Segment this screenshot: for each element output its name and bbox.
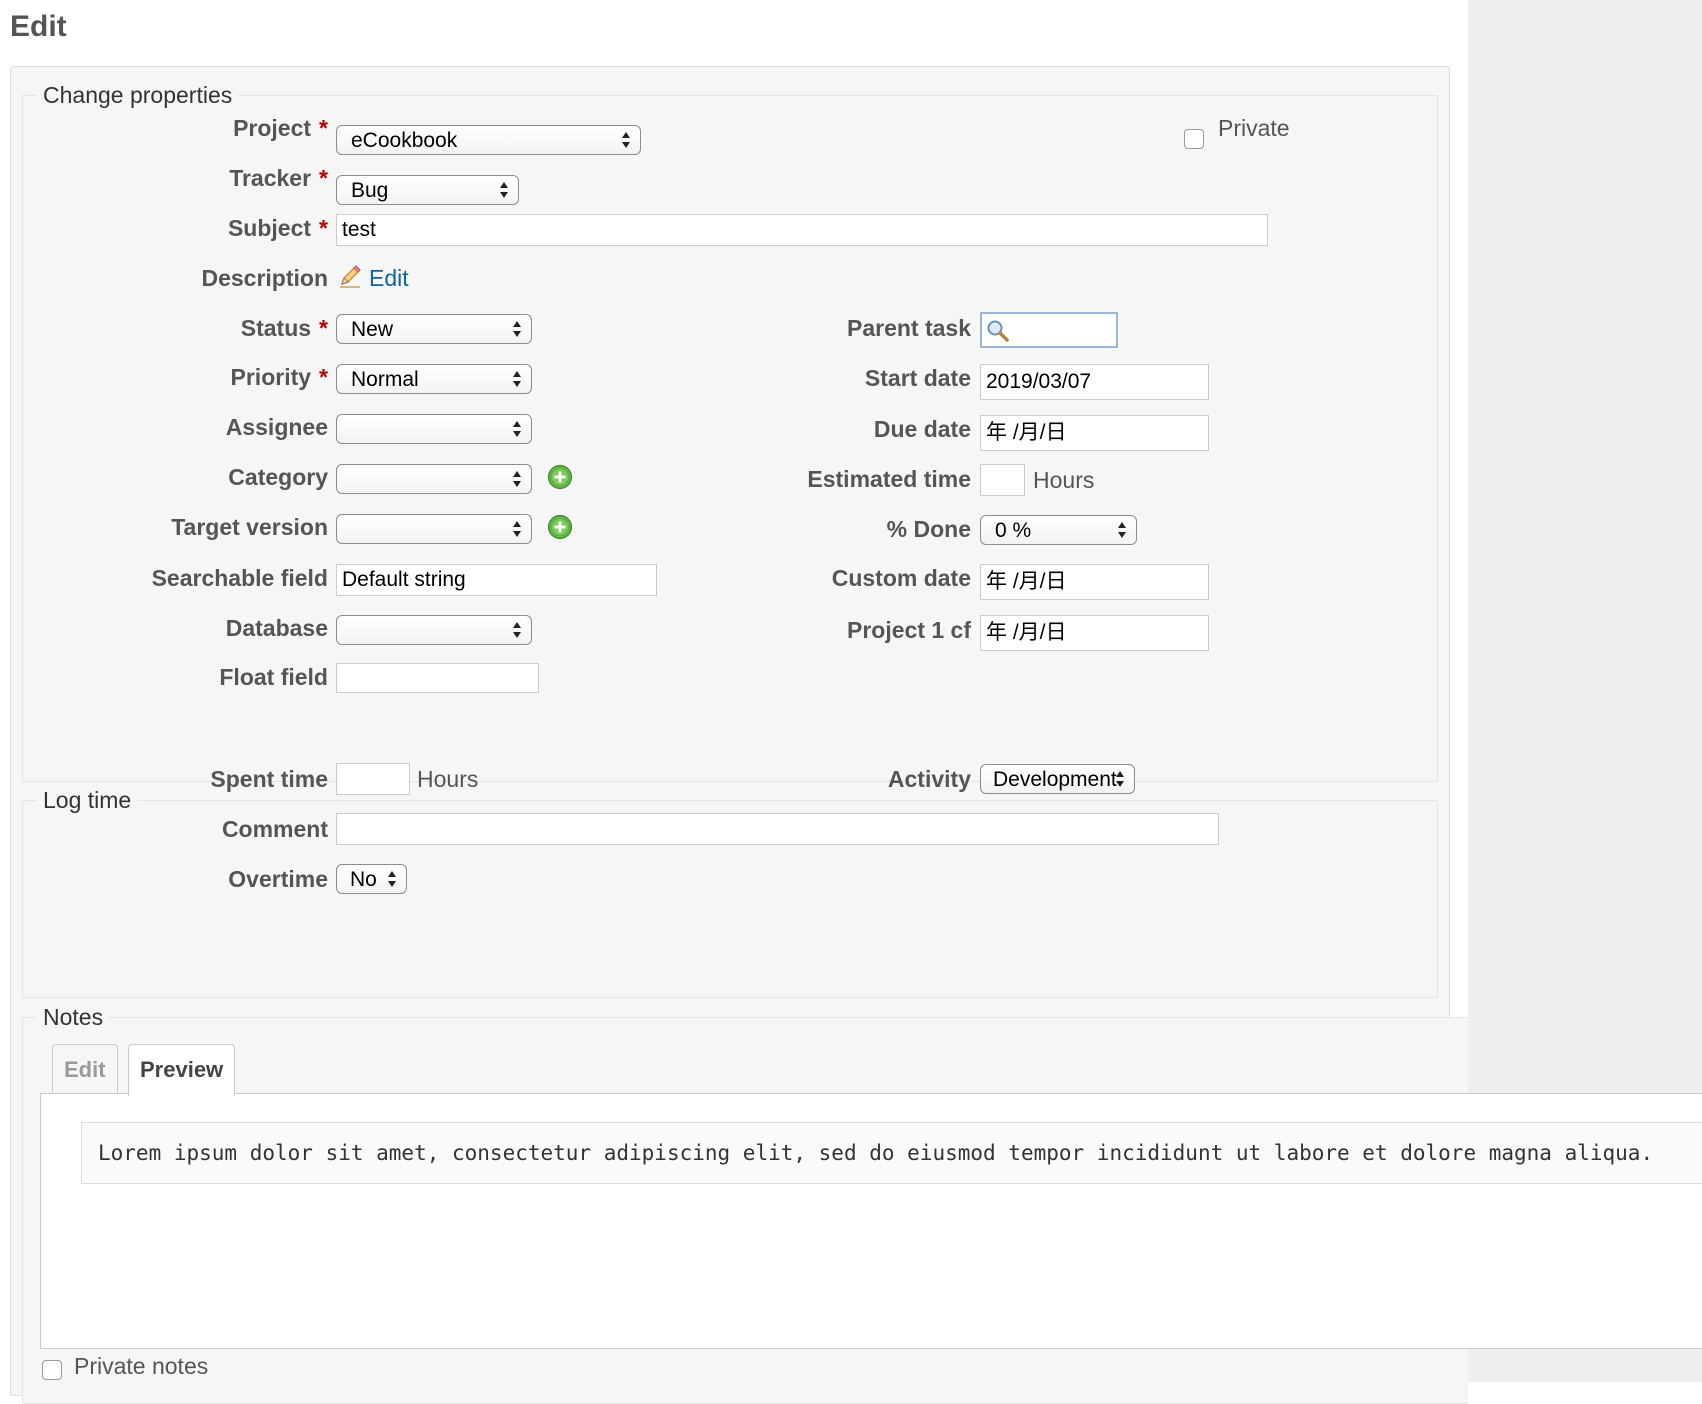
pencil-icon[interactable] bbox=[338, 263, 362, 289]
category-select[interactable] bbox=[336, 464, 532, 494]
database-select[interactable] bbox=[336, 615, 532, 645]
select-arrows-icon bbox=[513, 471, 521, 487]
private-notes-label: Private notes bbox=[74, 1353, 209, 1379]
estimated-time-label: Estimated time bbox=[807, 466, 971, 492]
log-time-legend: Log time bbox=[43, 787, 132, 813]
comment-label: Comment bbox=[221, 816, 328, 842]
category-label: Category bbox=[228, 464, 328, 490]
priority-select-value: Normal bbox=[351, 368, 419, 391]
assignee-select[interactable] bbox=[336, 414, 532, 444]
estimated-time-unit: Hours bbox=[1033, 467, 1095, 493]
add-category-plus-icon[interactable] bbox=[547, 464, 573, 490]
select-arrows-icon bbox=[513, 321, 521, 337]
activity-label: Activity bbox=[887, 766, 971, 792]
subject-label: Subject * bbox=[227, 215, 328, 241]
overtime-select[interactable]: No bbox=[336, 864, 407, 894]
tab-edit[interactable]: Edit bbox=[52, 1044, 118, 1094]
page-title: Edit bbox=[10, 10, 67, 43]
status-select[interactable]: New bbox=[336, 314, 532, 344]
done-ratio-label: % Done bbox=[886, 516, 971, 542]
status-label: Status * bbox=[240, 315, 328, 341]
searchable-field-label: Searchable field bbox=[151, 565, 328, 591]
description-edit-link[interactable]: Edit bbox=[369, 265, 409, 292]
select-arrows-icon bbox=[1118, 522, 1126, 538]
project-1-cf-label: Project 1 cf bbox=[847, 617, 971, 643]
float-field-label: Float field bbox=[219, 664, 328, 690]
spent-time-unit: Hours bbox=[417, 766, 479, 792]
add-version-plus-icon[interactable] bbox=[547, 514, 573, 540]
select-arrows-icon bbox=[1116, 771, 1124, 787]
overtime-select-value: No bbox=[350, 868, 377, 891]
activity-select[interactable]: Development bbox=[980, 764, 1135, 794]
select-arrows-icon bbox=[500, 182, 508, 198]
target-version-label: Target version bbox=[171, 514, 328, 540]
required-marker: * bbox=[319, 215, 328, 241]
priority-label: Priority * bbox=[230, 364, 328, 390]
spent-time-input[interactable] bbox=[336, 763, 410, 795]
select-arrows-icon bbox=[513, 421, 521, 437]
parent-task-input[interactable] bbox=[980, 312, 1118, 348]
tracker-select[interactable]: Bug bbox=[336, 175, 519, 205]
start-date-input[interactable]: 2019/03/07 bbox=[980, 364, 1209, 400]
private-notes-checkbox[interactable] bbox=[42, 1360, 62, 1380]
required-marker: * bbox=[319, 165, 328, 191]
searchable-field-input[interactable]: Default string bbox=[336, 564, 657, 596]
change-properties-legend: Change properties bbox=[43, 82, 233, 108]
select-arrows-icon bbox=[513, 371, 521, 387]
float-field-input[interactable] bbox=[336, 663, 539, 693]
status-select-value: New bbox=[351, 318, 394, 341]
tab-preview[interactable]: Preview bbox=[128, 1044, 236, 1096]
required-marker: * bbox=[319, 364, 328, 390]
private-label: Private bbox=[1218, 115, 1290, 141]
magnifier-icon bbox=[987, 320, 1009, 342]
select-arrows-icon bbox=[513, 622, 521, 638]
target-version-select[interactable] bbox=[336, 514, 532, 544]
priority-select[interactable]: Normal bbox=[336, 364, 532, 394]
description-label: Description bbox=[201, 265, 328, 291]
select-arrows-icon bbox=[388, 871, 396, 887]
custom-date-label: Custom date bbox=[831, 565, 971, 591]
overtime-label: Overtime bbox=[228, 866, 328, 892]
select-arrows-icon bbox=[622, 132, 630, 148]
tracker-label: Tracker * bbox=[229, 165, 328, 191]
tracker-select-value: Bug bbox=[351, 179, 389, 202]
select-arrows-icon bbox=[513, 521, 521, 537]
done-ratio-select-value: 0 % bbox=[995, 519, 1032, 542]
done-ratio-select[interactable]: 0 % bbox=[980, 515, 1137, 545]
activity-select-value: Development bbox=[993, 768, 1117, 791]
due-date-input[interactable]: 年 /月/日 bbox=[980, 415, 1209, 451]
required-marker: * bbox=[319, 315, 328, 341]
notes-legend: Notes bbox=[43, 1004, 104, 1030]
start-date-label: Start date bbox=[864, 365, 971, 391]
project-1-cf-input[interactable]: 年 /月/日 bbox=[980, 615, 1209, 651]
parent-task-label: Parent task bbox=[846, 315, 971, 341]
custom-date-input[interactable]: 年 /月/日 bbox=[980, 564, 1209, 600]
database-label: Database bbox=[225, 615, 328, 641]
project-select-value: eCookbook bbox=[351, 129, 458, 152]
project-label: Project * bbox=[233, 115, 328, 141]
estimated-time-input[interactable] bbox=[980, 464, 1025, 496]
subject-input[interactable]: test bbox=[336, 214, 1268, 246]
due-date-label: Due date bbox=[873, 416, 971, 442]
spent-time-label: Spent time bbox=[210, 766, 328, 792]
comment-input[interactable] bbox=[336, 813, 1219, 845]
assignee-label: Assignee bbox=[225, 414, 328, 440]
notes-preview-area: Lorem ipsum dolor sit amet, consectetur … bbox=[40, 1093, 1702, 1349]
required-marker: * bbox=[319, 115, 328, 141]
notes-preview-code: Lorem ipsum dolor sit amet, consectetur … bbox=[81, 1122, 1702, 1184]
project-select[interactable]: eCookbook bbox=[336, 125, 641, 155]
private-checkbox[interactable] bbox=[1184, 129, 1204, 149]
